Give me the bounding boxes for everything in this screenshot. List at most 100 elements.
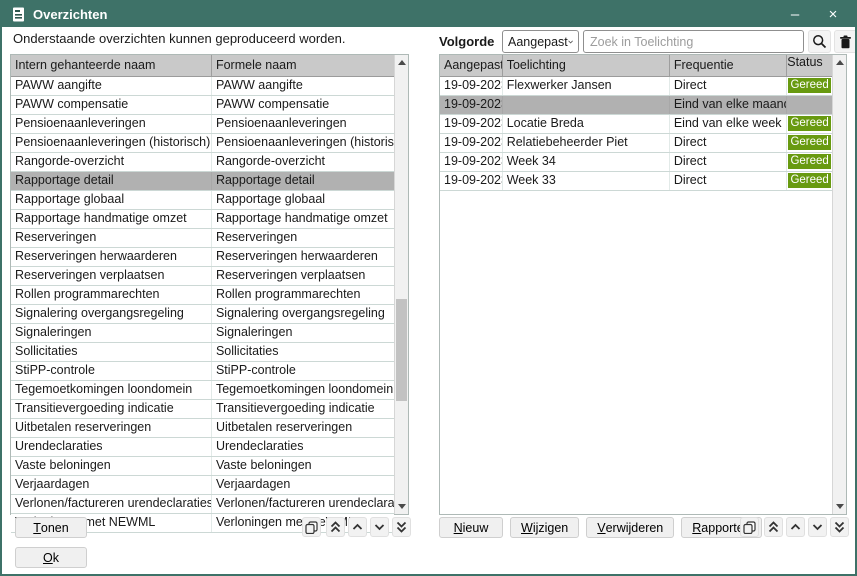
table-cell: Verjaardagen [212,476,394,494]
volgorde-select[interactable]: Aangepast [502,30,579,53]
tonen-button[interactable]: Tonen [15,517,87,538]
table-cell: Vaste beloningen [212,457,394,475]
table-row[interactable]: Pensioenaanleveringen (historisch)Pensio… [11,134,394,153]
status-badge: Gereed [788,173,831,188]
table-row[interactable]: Signalering overgangsregelingSignalering… [11,305,394,324]
table-cell: Direct [670,134,787,152]
table-cell: Sollicitaties [11,343,212,361]
right-table-scrollbar[interactable] [832,55,846,514]
table-cell: 19-09-2023 [440,153,503,171]
table-row[interactable]: 19-09-2023Week 34DirectGereed [440,153,832,172]
table-cell: Reserveringen herwaarderen [11,248,212,266]
table-cell: Signalering overgangsregeling [212,305,394,323]
table-cell: Uitbetalen reserveringen [212,419,394,437]
table-row[interactable]: UrendeclaratiesUrendeclaraties [11,438,394,457]
column-header-toelichting[interactable]: Toelichting [503,55,670,76]
scroll-up-arrow[interactable] [395,55,408,70]
table-cell: Signaleringen [11,324,212,342]
column-header-aangepast[interactable]: Aangepast [440,55,503,76]
table-row[interactable]: Verlonen/factureren urendeclaratiesVerlo… [11,495,394,514]
left-table-scrollbar[interactable] [394,55,408,514]
move-bottom-button[interactable] [830,517,849,537]
delete-filter-button[interactable] [834,30,857,53]
move-bottom-button[interactable] [392,517,411,537]
table-cell: Direct [670,153,787,171]
table-cell: Vaste beloningen [11,457,212,475]
table-row[interactable]: Uitbetalen reserveringenUitbetalen reser… [11,419,394,438]
table-row[interactable]: Rapportage globaalRapportage globaal [11,191,394,210]
ok-button[interactable]: Ok [15,547,87,568]
table-cell: Rapportage globaal [11,191,212,209]
nieuw-button[interactable]: Nieuw [439,517,503,538]
table-row[interactable]: Reserveringen verplaatsenReserveringen v… [11,267,394,286]
table-cell: Pensioenaanleveringen [11,115,212,133]
table-row[interactable]: 19-09-2023Locatie BredaEind van elke wee… [440,115,832,134]
table-cell: 19-09-2023 [440,115,503,133]
table-row[interactable]: StiPP-controleStiPP-controle [11,362,394,381]
table-row[interactable]: 19-09-2023Eind van elke maand [440,96,832,115]
search-input[interactable] [583,30,804,53]
table-row[interactable]: SollicitatiesSollicitaties [11,343,394,362]
table-cell: Rollen programmarechten [11,286,212,304]
scroll-down-arrow[interactable] [833,499,846,514]
volgorde-selected-value: Aangepast [508,35,568,49]
right-table-body: 19-09-2023Flexwerker JansenDirectGereed1… [440,77,832,191]
close-button[interactable]: × [825,7,841,22]
move-down-button[interactable] [370,517,389,537]
table-cell: Relatiebeheerder Piet [503,134,670,152]
table-row[interactable]: Rollen programmarechtenRollen programmar… [11,286,394,305]
table-row[interactable]: Vaste beloningenVaste beloningen [11,457,394,476]
table-cell: Gereed [787,153,832,171]
table-cell: Uitbetalen reserveringen [11,419,212,437]
table-row[interactable]: PensioenaanleveringenPensioenaanlevering… [11,115,394,134]
column-header-formele-naam[interactable]: Formele naam [212,55,394,76]
column-header-status[interactable]: Status [787,55,832,76]
table-cell: Rapportage handmatige omzet [212,210,394,228]
copy-button[interactable] [302,517,321,537]
search-button[interactable] [808,30,831,53]
table-cell: Tegemoetkomingen loondomein [11,381,212,399]
table-cell: Eind van elke maand [670,96,787,114]
move-top-button[interactable] [326,517,345,537]
move-up-button[interactable] [786,517,805,537]
table-cell: Verjaardagen [11,476,212,494]
scroll-up-arrow[interactable] [833,55,846,70]
table-row[interactable]: PAWW compensatiePAWW compensatie [11,96,394,115]
table-cell: Gereed [787,115,832,133]
table-cell [503,96,670,114]
table-cell: Rapportage detail [11,172,212,190]
table-cell: PAWW compensatie [11,96,212,114]
table-row[interactable]: ReserveringenReserveringen [11,229,394,248]
scrollbar-thumb[interactable] [396,299,407,401]
scroll-down-arrow[interactable] [395,499,408,514]
table-row[interactable]: Rangorde-overzichtRangorde-overzicht [11,153,394,172]
right-button-row: Nieuw Wijzigen Verwijderen Rapporten [439,517,762,538]
right-iconbar [740,517,849,537]
column-header-intern-naam[interactable]: Intern gehanteerde naam [11,55,212,76]
copy-button[interactable] [740,517,759,537]
table-row[interactable]: 19-09-2023Week 33DirectGereed [440,172,832,191]
column-header-frequentie[interactable]: Frequentie [670,55,787,76]
table-row[interactable]: 19-09-2023Relatiebeheerder PietDirectGer… [440,134,832,153]
verwijderen-button[interactable]: Verwijderen [586,517,674,538]
table-cell: Gereed [787,134,832,152]
table-cell: Flexwerker Jansen [503,77,670,95]
table-row[interactable]: VerjaardagenVerjaardagen [11,476,394,495]
double-chevron-up-icon [330,521,341,533]
table-row[interactable]: Transitievergoeding indicatieTransitieve… [11,400,394,419]
table-row[interactable]: Reserveringen herwaarderenReserveringen … [11,248,394,267]
table-row[interactable]: PAWW aangiftePAWW aangifte [11,77,394,96]
table-row[interactable]: Rapportage detailRapportage detail [11,172,394,191]
wijzigen-button[interactable]: Wijzigen [510,517,579,538]
table-cell: Direct [670,77,787,95]
move-up-button[interactable] [348,517,367,537]
table-row[interactable]: Rapportage handmatige omzetRapportage ha… [11,210,394,229]
table-cell: Rapportage handmatige omzet [11,210,212,228]
table-row[interactable]: Tegemoetkomingen loondomeinTegemoetkomin… [11,381,394,400]
document-icon [12,7,25,22]
table-row[interactable]: SignaleringenSignaleringen [11,324,394,343]
minimize-button[interactable]: – [787,7,803,22]
move-top-button[interactable] [764,517,783,537]
move-down-button[interactable] [808,517,827,537]
table-row[interactable]: 19-09-2023Flexwerker JansenDirectGereed [440,77,832,96]
